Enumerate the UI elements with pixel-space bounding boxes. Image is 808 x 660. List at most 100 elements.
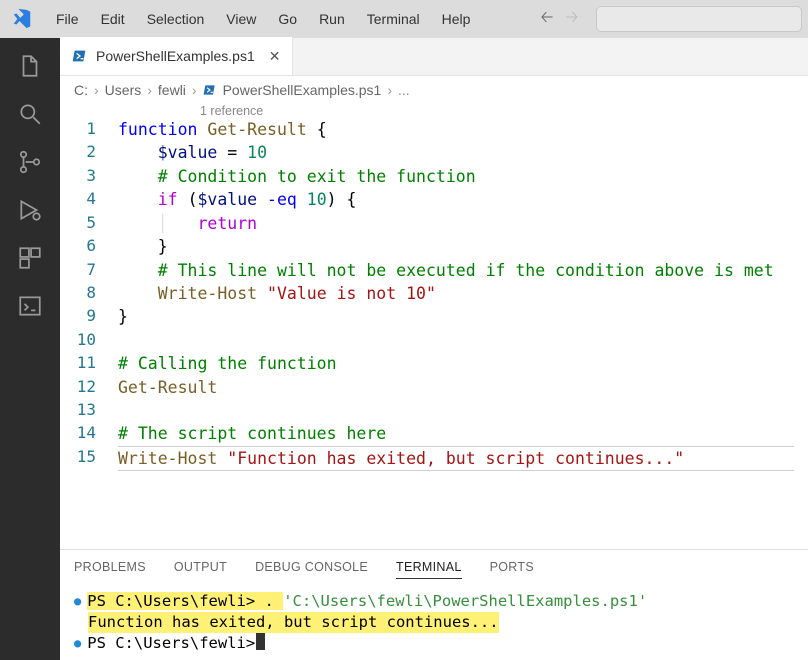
chevron-right-icon: › bbox=[94, 82, 99, 98]
terminal-bullet-icon: ● bbox=[74, 633, 87, 653]
code-text[interactable]: Get-Result bbox=[118, 376, 794, 399]
code-line[interactable]: 2 $value = 10 bbox=[74, 141, 794, 164]
code-line[interactable]: 14# The script continues here bbox=[74, 422, 794, 445]
crumb-ellipsis[interactable]: ... bbox=[398, 82, 410, 98]
code-text[interactable] bbox=[118, 399, 794, 422]
tab-row: PowerShellExamples.ps1 ✕ bbox=[60, 38, 808, 76]
code-line[interactable]: 10 bbox=[74, 329, 794, 352]
line-number: 2 bbox=[74, 141, 118, 164]
bottom-panel: PROBLEMS OUTPUT DEBUG CONSOLE TERMINAL P… bbox=[60, 549, 808, 660]
line-number: 6 bbox=[74, 235, 118, 258]
terminal-panel-icon[interactable] bbox=[16, 292, 44, 320]
line-number: 4 bbox=[74, 188, 118, 211]
code-text[interactable]: # Condition to exit the function bbox=[118, 165, 794, 188]
panel-tab-terminal[interactable]: TERMINAL bbox=[396, 560, 462, 579]
menu-view[interactable]: View bbox=[216, 7, 266, 31]
code-line[interactable]: 12Get-Result bbox=[74, 376, 794, 399]
menu-file[interactable]: File bbox=[46, 7, 89, 31]
menu-terminal[interactable]: Terminal bbox=[357, 7, 430, 31]
line-number: 11 bbox=[74, 352, 118, 375]
code-line[interactable]: 4 if ($value -eq 10) { bbox=[74, 188, 794, 211]
code-text[interactable]: } bbox=[118, 235, 794, 258]
nav-back-icon[interactable]: 🡠 bbox=[540, 6, 553, 33]
panel-tab-output[interactable]: OUTPUT bbox=[174, 560, 227, 579]
terminal[interactable]: ● PS C:\Users\fewli> . 'C:\Users\fewli\P… bbox=[74, 591, 794, 654]
chevron-right-icon: › bbox=[147, 82, 152, 98]
code-text[interactable]: Write-Host "Function has exited, but scr… bbox=[118, 446, 794, 471]
menu-help[interactable]: Help bbox=[432, 7, 481, 31]
crumb-users[interactable]: Users bbox=[105, 82, 142, 98]
panel-tabs: PROBLEMS OUTPUT DEBUG CONSOLE TERMINAL P… bbox=[74, 550, 794, 591]
run-debug-icon[interactable] bbox=[16, 196, 44, 224]
code-line[interactable]: 3 # Condition to exit the function bbox=[74, 165, 794, 188]
code-line[interactable]: 13 bbox=[74, 399, 794, 422]
terminal-prompt: PS C:\Users\fewli> bbox=[87, 592, 264, 610]
terminal-command-dot: . bbox=[265, 592, 284, 610]
menu-group: File Edit Selection View Go Run Terminal… bbox=[46, 7, 480, 31]
tab-filename: PowerShellExamples.ps1 bbox=[96, 48, 255, 64]
code-text[interactable]: # Calling the function bbox=[118, 352, 794, 375]
tab-powershellexamples[interactable]: PowerShellExamples.ps1 ✕ bbox=[60, 37, 293, 75]
nav-forward-icon[interactable]: 🡢 bbox=[565, 6, 578, 33]
line-number: 14 bbox=[74, 422, 118, 445]
code-text[interactable]: } bbox=[118, 305, 794, 328]
terminal-output-line: Function has exited, but script continue… bbox=[88, 612, 499, 633]
terminal-bullet-icon: ● bbox=[74, 591, 87, 611]
menubar: File Edit Selection View Go Run Terminal… bbox=[0, 0, 808, 38]
line-number: 3 bbox=[74, 165, 118, 188]
codelens-references[interactable]: 1 reference bbox=[60, 100, 808, 118]
line-number: 9 bbox=[74, 305, 118, 328]
line-number: 8 bbox=[74, 282, 118, 305]
extensions-icon[interactable] bbox=[16, 244, 44, 272]
code-text[interactable]: $value = 10 bbox=[118, 141, 794, 164]
breadcrumb[interactable]: C: › Users › fewli › PowerShellExamples.… bbox=[60, 76, 808, 100]
activity-bar bbox=[0, 38, 60, 660]
line-number: 7 bbox=[74, 259, 118, 282]
line-number: 10 bbox=[74, 329, 118, 352]
explorer-icon[interactable] bbox=[16, 52, 44, 80]
code-text[interactable]: Write-Host "Value is not 10" bbox=[118, 282, 794, 305]
nav-arrows: 🡠 🡢 bbox=[540, 6, 578, 33]
menu-go[interactable]: Go bbox=[268, 7, 307, 31]
search-icon[interactable] bbox=[16, 100, 44, 128]
vscode-logo-icon bbox=[8, 8, 36, 30]
code-text[interactable]: function Get-Result { bbox=[118, 118, 794, 141]
code-line[interactable]: 15Write-Host "Function has exited, but s… bbox=[74, 446, 794, 471]
powershell-file-icon bbox=[72, 48, 88, 64]
terminal-command-path: 'C:\Users\fewli\PowerShellExamples.ps1' bbox=[283, 592, 647, 610]
code-line[interactable]: 9} bbox=[74, 305, 794, 328]
code-text[interactable]: │ return bbox=[118, 212, 794, 235]
menu-selection[interactable]: Selection bbox=[137, 7, 215, 31]
panel-tab-ports[interactable]: PORTS bbox=[490, 560, 534, 579]
menu-run[interactable]: Run bbox=[309, 7, 355, 31]
line-number: 5 bbox=[74, 212, 118, 235]
line-number: 1 bbox=[74, 118, 118, 141]
line-number: 15 bbox=[74, 446, 118, 471]
code-line[interactable]: 5 │ return bbox=[74, 212, 794, 235]
chevron-right-icon: › bbox=[387, 82, 392, 98]
code-line[interactable]: 7 # This line will not be executed if th… bbox=[74, 259, 794, 282]
panel-tab-problems[interactable]: PROBLEMS bbox=[74, 560, 146, 579]
source-control-icon[interactable] bbox=[16, 148, 44, 176]
chevron-right-icon: › bbox=[192, 82, 197, 98]
code-text[interactable]: if ($value -eq 10) { bbox=[118, 188, 794, 211]
crumb-file[interactable]: PowerShellExamples.ps1 bbox=[223, 82, 382, 98]
code-editor[interactable]: 1 reference 1function Get-Result {2 $val… bbox=[60, 100, 808, 549]
command-center-search[interactable] bbox=[596, 6, 802, 32]
code-line[interactable]: 11# Calling the function bbox=[74, 352, 794, 375]
crumb-user[interactable]: fewli bbox=[158, 82, 186, 98]
line-number: 12 bbox=[74, 376, 118, 399]
code-line[interactable]: 6 } bbox=[74, 235, 794, 258]
editor-area: PowerShellExamples.ps1 ✕ C: › Users › fe… bbox=[60, 38, 808, 660]
code-text[interactable] bbox=[118, 329, 794, 352]
tab-close-icon[interactable]: ✕ bbox=[269, 48, 281, 65]
panel-tab-debugconsole[interactable]: DEBUG CONSOLE bbox=[255, 560, 368, 579]
code-text[interactable]: # The script continues here bbox=[118, 422, 794, 445]
menu-edit[interactable]: Edit bbox=[91, 7, 135, 31]
code-text[interactable]: # This line will not be executed if the … bbox=[118, 259, 794, 282]
code-line[interactable]: 1function Get-Result { bbox=[74, 118, 794, 141]
terminal-prompt: PS C:\Users\fewli> bbox=[87, 633, 255, 654]
terminal-cursor bbox=[256, 633, 265, 650]
crumb-drive[interactable]: C: bbox=[74, 82, 88, 98]
code-line[interactable]: 8 Write-Host "Value is not 10" bbox=[74, 282, 794, 305]
